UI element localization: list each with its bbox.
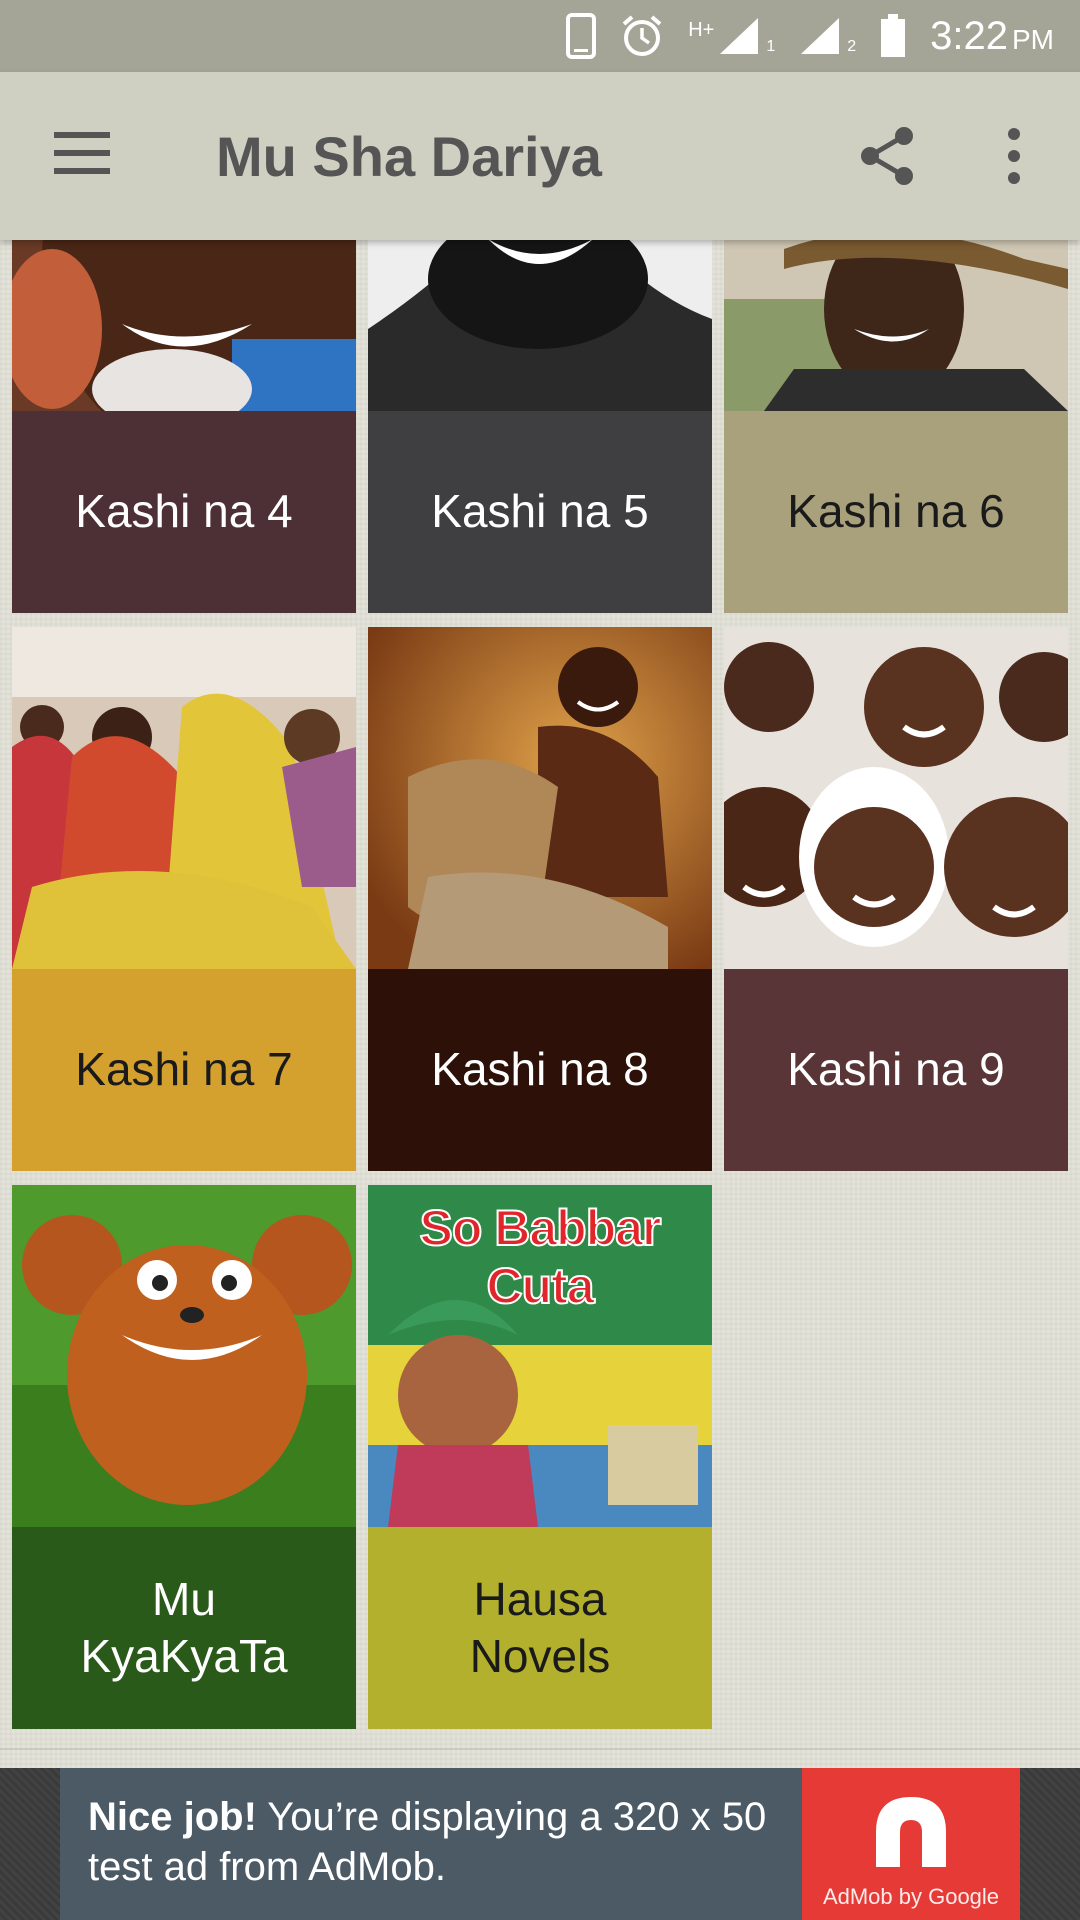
tile-kashi-9[interactable]: Kashi na 9 bbox=[724, 627, 1068, 1171]
battery-icon bbox=[881, 14, 906, 57]
menu-icon[interactable] bbox=[54, 132, 114, 180]
phone-icon bbox=[566, 13, 597, 59]
admob-icon bbox=[876, 1797, 946, 1867]
sim2-label: 2 bbox=[847, 38, 857, 55]
ad-banner[interactable]: Nice job! You’re displaying a 320 x 50 t… bbox=[60, 1768, 1020, 1920]
signal-sim2-icon bbox=[801, 18, 840, 54]
tile-label: Kashi na 6 bbox=[724, 411, 1068, 613]
tile-label: Kashi na 9 bbox=[724, 969, 1068, 1171]
app-title: Mu Sha Dariya bbox=[216, 125, 602, 188]
tile-image bbox=[12, 627, 356, 969]
sim1-label: 1 bbox=[766, 38, 776, 55]
tile-label: Kashi na 7 bbox=[12, 969, 356, 1171]
clock: 3:22 PM bbox=[930, 14, 1054, 59]
category-grid: Kashi na 4 Kashi na 5 Kashi na 6 Kashi n… bbox=[0, 240, 1080, 1740]
admob-by-google-label: AdMob by Google bbox=[822, 1884, 1000, 1909]
app-toolbar: Mu Sha Dariya bbox=[0, 72, 1080, 240]
tile-label: Kashi na 5 bbox=[368, 411, 712, 613]
status-bar: H+ 1 2 3:22 PM bbox=[0, 0, 1080, 72]
share-icon[interactable] bbox=[856, 124, 920, 188]
ad-divider bbox=[0, 1748, 1080, 1750]
more-vert-icon[interactable] bbox=[1000, 124, 1028, 188]
tile-mu-kyakyata[interactable]: Mu KyaKyaTa bbox=[12, 1185, 356, 1729]
tile-image: So Babbar Cuta bbox=[368, 1185, 712, 1527]
alarm-icon bbox=[622, 15, 662, 56]
admob-logo: AdMob by Google bbox=[802, 1768, 1020, 1920]
clock-time: 3:22 bbox=[930, 13, 1008, 58]
tile-image bbox=[368, 240, 712, 411]
tile-hausa-novels[interactable]: So Babbar Cuta Hausa Novels bbox=[368, 1185, 712, 1729]
tile-kashi-8[interactable]: Kashi na 8 bbox=[368, 627, 712, 1171]
ad-headline: Nice job! bbox=[88, 1795, 257, 1839]
signal-sim1-icon bbox=[720, 18, 759, 54]
tile-label: Hausa Novels bbox=[368, 1527, 712, 1729]
novel-cover-title: So Babbar Cuta bbox=[418, 1199, 662, 1315]
tile-label: Mu KyaKyaTa bbox=[12, 1527, 356, 1729]
tile-kashi-7[interactable]: Kashi na 7 bbox=[12, 627, 356, 1171]
ad-text: Nice job! You’re displaying a 320 x 50 t… bbox=[60, 1768, 802, 1920]
tile-label: Kashi na 4 bbox=[12, 411, 356, 613]
network-type-label: H+ bbox=[688, 19, 715, 41]
tile-image bbox=[12, 240, 356, 459]
tile-image bbox=[724, 240, 1068, 411]
tile-label: Kashi na 8 bbox=[368, 969, 712, 1171]
tile-kashi-5[interactable]: Kashi na 5 bbox=[368, 240, 712, 613]
clock-ampm: PM bbox=[1012, 23, 1054, 55]
ad-container: Nice job! You’re displaying a 320 x 50 t… bbox=[0, 1768, 1080, 1920]
tile-image bbox=[724, 627, 1068, 969]
tile-image bbox=[368, 627, 712, 969]
tile-kashi-4[interactable]: Kashi na 4 bbox=[12, 240, 356, 613]
tile-kashi-6[interactable]: Kashi na 6 bbox=[724, 240, 1068, 613]
tile-image bbox=[12, 1185, 356, 1527]
